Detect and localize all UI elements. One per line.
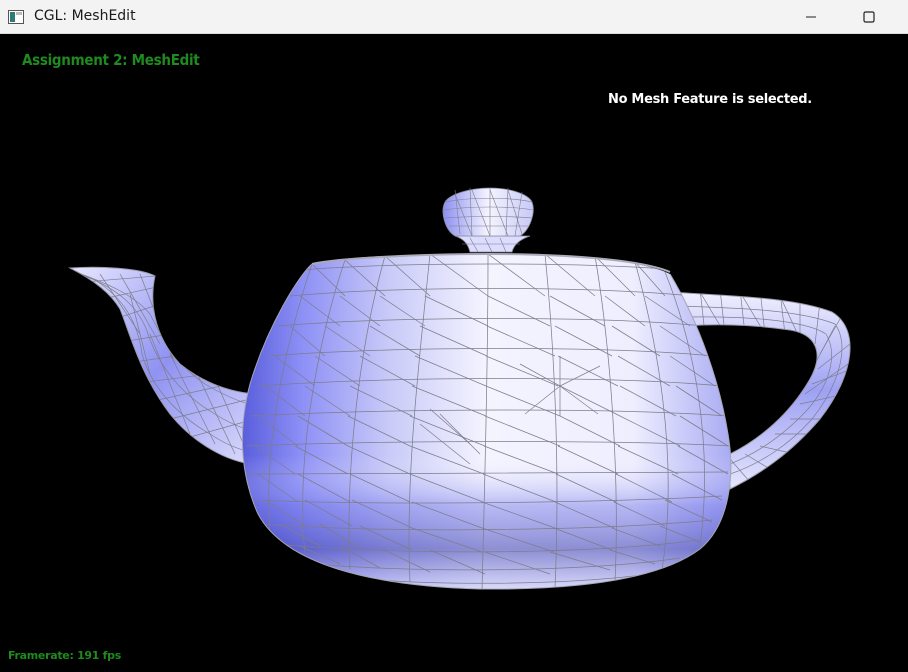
spout xyxy=(68,266,256,465)
selection-status: No Mesh Feature is selected. xyxy=(608,92,812,107)
lid-knob xyxy=(442,187,534,253)
title-bar[interactable]: CGL: MeshEdit xyxy=(0,0,908,34)
teapot-mesh[interactable] xyxy=(0,34,908,672)
app-icon xyxy=(8,9,24,24)
assignment-title: Assignment 2: MeshEdit xyxy=(22,51,200,69)
minimize-button[interactable] xyxy=(782,0,840,34)
maximize-button[interactable] xyxy=(840,0,898,34)
render-viewport[interactable]: Assignment 2: MeshEdit No Mesh Feature i… xyxy=(0,34,908,672)
maximize-icon xyxy=(863,8,875,27)
window-title: CGL: MeshEdit xyxy=(34,8,136,24)
framerate-readout: Framerate: 191 fps xyxy=(8,649,121,662)
teapot-body xyxy=(241,252,732,590)
minimize-icon xyxy=(805,8,817,27)
